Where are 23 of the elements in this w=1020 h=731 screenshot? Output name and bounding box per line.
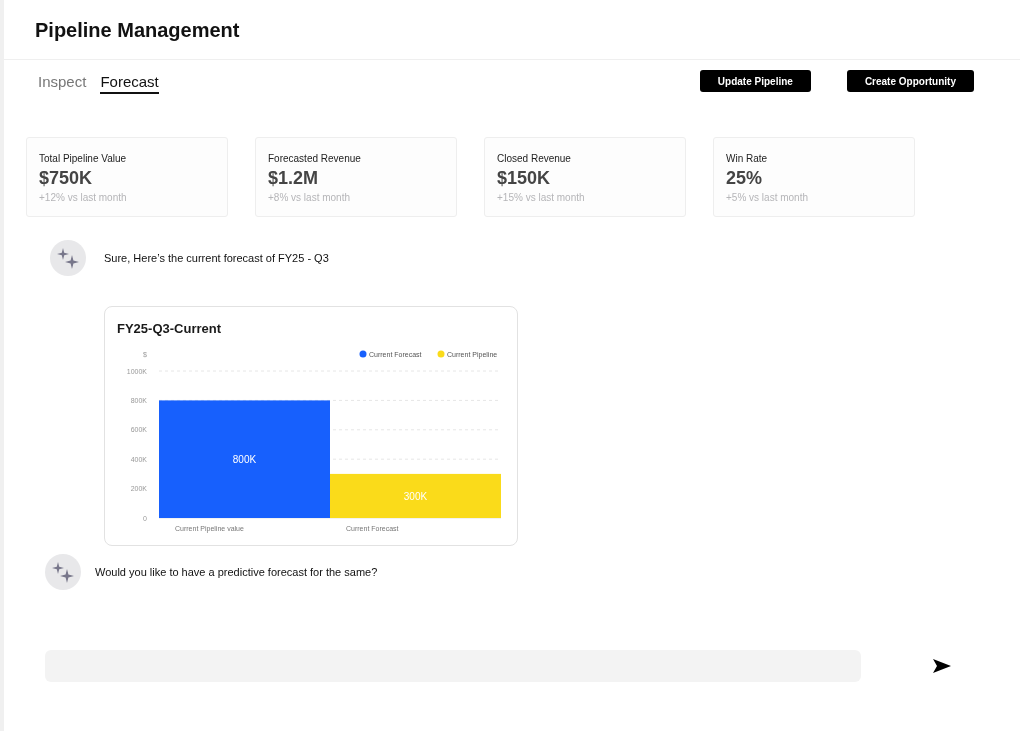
tab[interactable]: Inspect bbox=[38, 72, 87, 94]
stat-change: +15% vs last month bbox=[497, 191, 586, 205]
assistant-message: Sure, Here’s the current forecast of FY25 - Q3 bbox=[104, 250, 329, 266]
stat-label: Forecasted Revenue bbox=[268, 152, 362, 166]
stat-value: 25% bbox=[726, 167, 764, 190]
assistant-message: Would you like to have a predictive forecast for the same? bbox=[95, 564, 378, 580]
stat-label: Closed Revenue bbox=[497, 152, 572, 166]
stat-label: Total Pipeline Value bbox=[39, 152, 128, 166]
page-title: Pipeline Management bbox=[35, 17, 240, 43]
stat-change: +12% vs last month bbox=[39, 191, 128, 205]
stat-value: $150K bbox=[497, 167, 552, 190]
stat-change: +5% vs last month bbox=[726, 191, 809, 205]
action-button[interactable]: Update Pipeline bbox=[699, 70, 811, 92]
action-button[interactable]: Create Opportunity bbox=[846, 70, 974, 92]
stat-label: Win Rate bbox=[726, 152, 769, 166]
bar-value-label: 300K bbox=[403, 490, 428, 502]
stat-change: +8% vs last month bbox=[268, 191, 351, 205]
stat-value: $750K bbox=[39, 167, 94, 190]
bar-value-label: 800K bbox=[232, 454, 257, 466]
chart-title: FY25-Q3-Current bbox=[117, 321, 222, 336]
send-icon bbox=[933, 659, 951, 673]
stat-value: $1.2M bbox=[268, 167, 320, 190]
tab[interactable]: Forecast bbox=[100, 72, 159, 94]
